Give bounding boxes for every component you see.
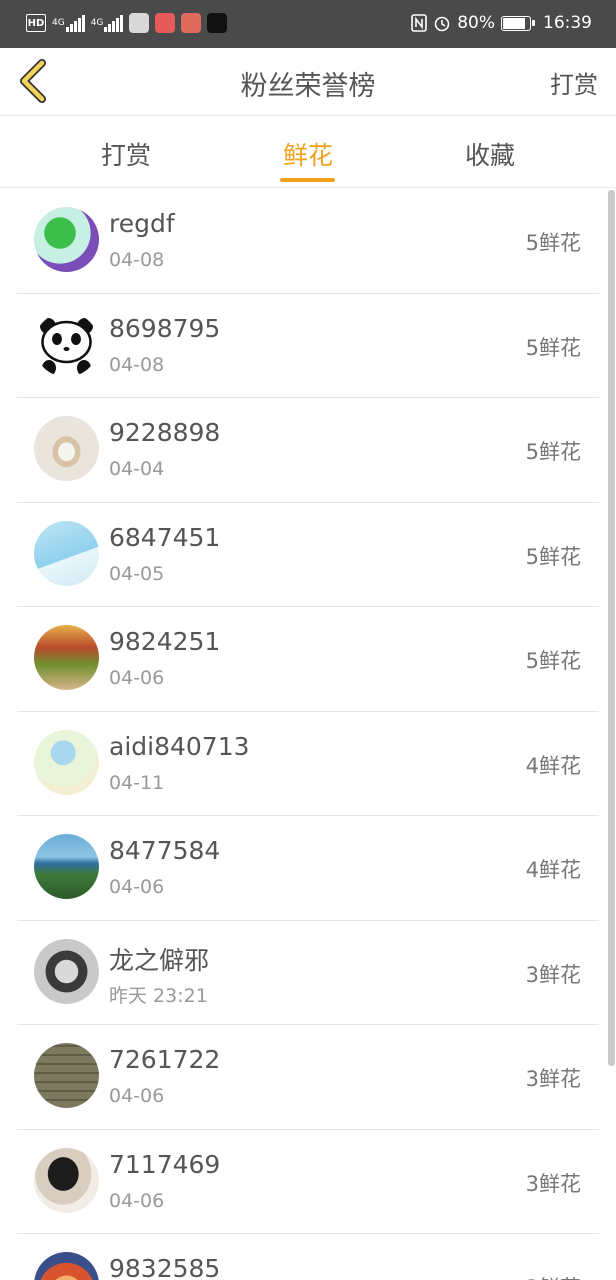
list-item[interactable]: 9824251 04-06 5鲜花	[17, 607, 599, 712]
nfc-icon	[411, 12, 428, 34]
tab-flowers[interactable]: 鲜花	[248, 136, 368, 172]
user-name: 9228898	[109, 418, 221, 447]
alarm-icon	[433, 12, 451, 34]
user-name: 6847451	[109, 522, 221, 552]
green-leaf-avatar[interactable]	[34, 207, 99, 272]
gift-time: 04-08	[109, 353, 165, 376]
countryside-avatar[interactable]	[34, 625, 99, 690]
fan-ranking-list: regdf 04-08 5鲜花 8698795 04-08 5鲜花 922889…	[17, 189, 599, 1280]
portrait-avatar[interactable]	[34, 1147, 99, 1213]
flower-count: 5鲜花	[525, 440, 581, 464]
gift-time: 04-04	[109, 458, 165, 480]
list-item[interactable]: regdf 04-08 5鲜花	[17, 189, 599, 294]
list-item[interactable]: 8698795 04-08 5鲜花	[17, 294, 599, 398]
app-notification-icon	[129, 13, 150, 33]
active-tab-indicator	[280, 178, 335, 182]
flower-count: 5鲜花	[525, 231, 581, 255]
top-app-bar: 粉丝荣誉榜 打赏	[0, 48, 616, 116]
user-name: 7261722	[109, 1045, 221, 1074]
illustration-avatar[interactable]	[34, 729, 99, 795]
app-notification-icon	[181, 13, 202, 33]
gift-time: 04-06	[109, 1189, 165, 1212]
gift-time: 04-08	[109, 249, 165, 271]
user-name: 7117469	[109, 1149, 221, 1179]
gift-time: 昨天 23:21	[109, 984, 208, 1007]
tab-favorites[interactable]: 收藏	[430, 136, 550, 172]
user-name: 9824251	[109, 627, 221, 656]
cartoon-avatar[interactable]	[34, 1252, 99, 1280]
signal-icon-2: 4G	[91, 12, 124, 34]
battery-icon	[501, 15, 535, 31]
list-item[interactable]: 9832585 3鲜花	[17, 1234, 599, 1280]
tab-reward[interactable]: 打赏	[66, 136, 186, 172]
page-title: 粉丝荣誉榜	[240, 71, 376, 102]
child-photo-avatar[interactable]	[34, 416, 99, 481]
user-name: 8698795	[109, 313, 221, 343]
flower-count: 5鲜花	[525, 544, 581, 569]
list-item[interactable]: 龙之僻邪 昨天 23:21 3鲜花	[17, 921, 599, 1025]
gift-time: 04-06	[109, 876, 165, 898]
flower-count: 3鲜花	[525, 1171, 581, 1196]
seal-avatar[interactable]	[34, 520, 99, 586]
panda-avatar[interactable]	[34, 311, 99, 377]
list-item[interactable]: 7261722 04-06 3鲜花	[17, 1025, 599, 1130]
flower-count: 3鲜花	[526, 1272, 581, 1280]
scrollbar[interactable]	[608, 190, 615, 1066]
battery-percent: 80%	[457, 13, 495, 33]
user-name: 9832585	[109, 1254, 221, 1280]
user-name: 龙之僻邪	[109, 945, 210, 975]
list-item[interactable]: 8477584 04-06 4鲜花	[17, 816, 599, 921]
clock: 16:39	[543, 13, 592, 33]
list-item[interactable]: 7117469 04-06 3鲜花	[17, 1130, 599, 1234]
user-name: aidi840713	[109, 731, 250, 761]
person-sunglasses-avatar[interactable]	[34, 938, 99, 1004]
user-name: 8477584	[109, 836, 221, 865]
gift-time: 04-06	[109, 1085, 165, 1107]
list-item[interactable]: 6847451 04-05 5鲜花	[17, 503, 599, 607]
list-item[interactable]: 9228898 04-04 5鲜花	[17, 398, 599, 503]
status-bar: HD 4G 4G 80% 16:39	[0, 0, 616, 48]
tab-bar: 打赏 鲜花 收藏	[0, 116, 616, 188]
flower-count: 3鲜花	[525, 1067, 581, 1091]
flower-count: 5鲜花	[525, 649, 581, 673]
reward-action-button[interactable]: 打赏	[550, 65, 598, 100]
coast-landscape-avatar[interactable]	[34, 834, 99, 899]
handwriting-avatar[interactable]	[34, 1043, 99, 1108]
gift-time: 04-11	[109, 771, 165, 794]
flower-count: 3鲜花	[525, 962, 581, 987]
user-name: regdf	[109, 209, 175, 238]
gift-time: 04-05	[109, 562, 165, 585]
app-notification-icon	[155, 13, 176, 33]
hd-badge: HD	[26, 14, 46, 32]
flower-count: 5鲜花	[525, 335, 581, 360]
flower-count: 4鲜花	[525, 753, 581, 778]
signal-icon: 4G	[52, 12, 85, 34]
tiktok-icon	[207, 13, 228, 33]
gift-time: 04-06	[109, 667, 165, 689]
flower-count: 4鲜花	[525, 858, 581, 882]
list-item[interactable]: aidi840713 04-11 4鲜花	[17, 712, 599, 816]
